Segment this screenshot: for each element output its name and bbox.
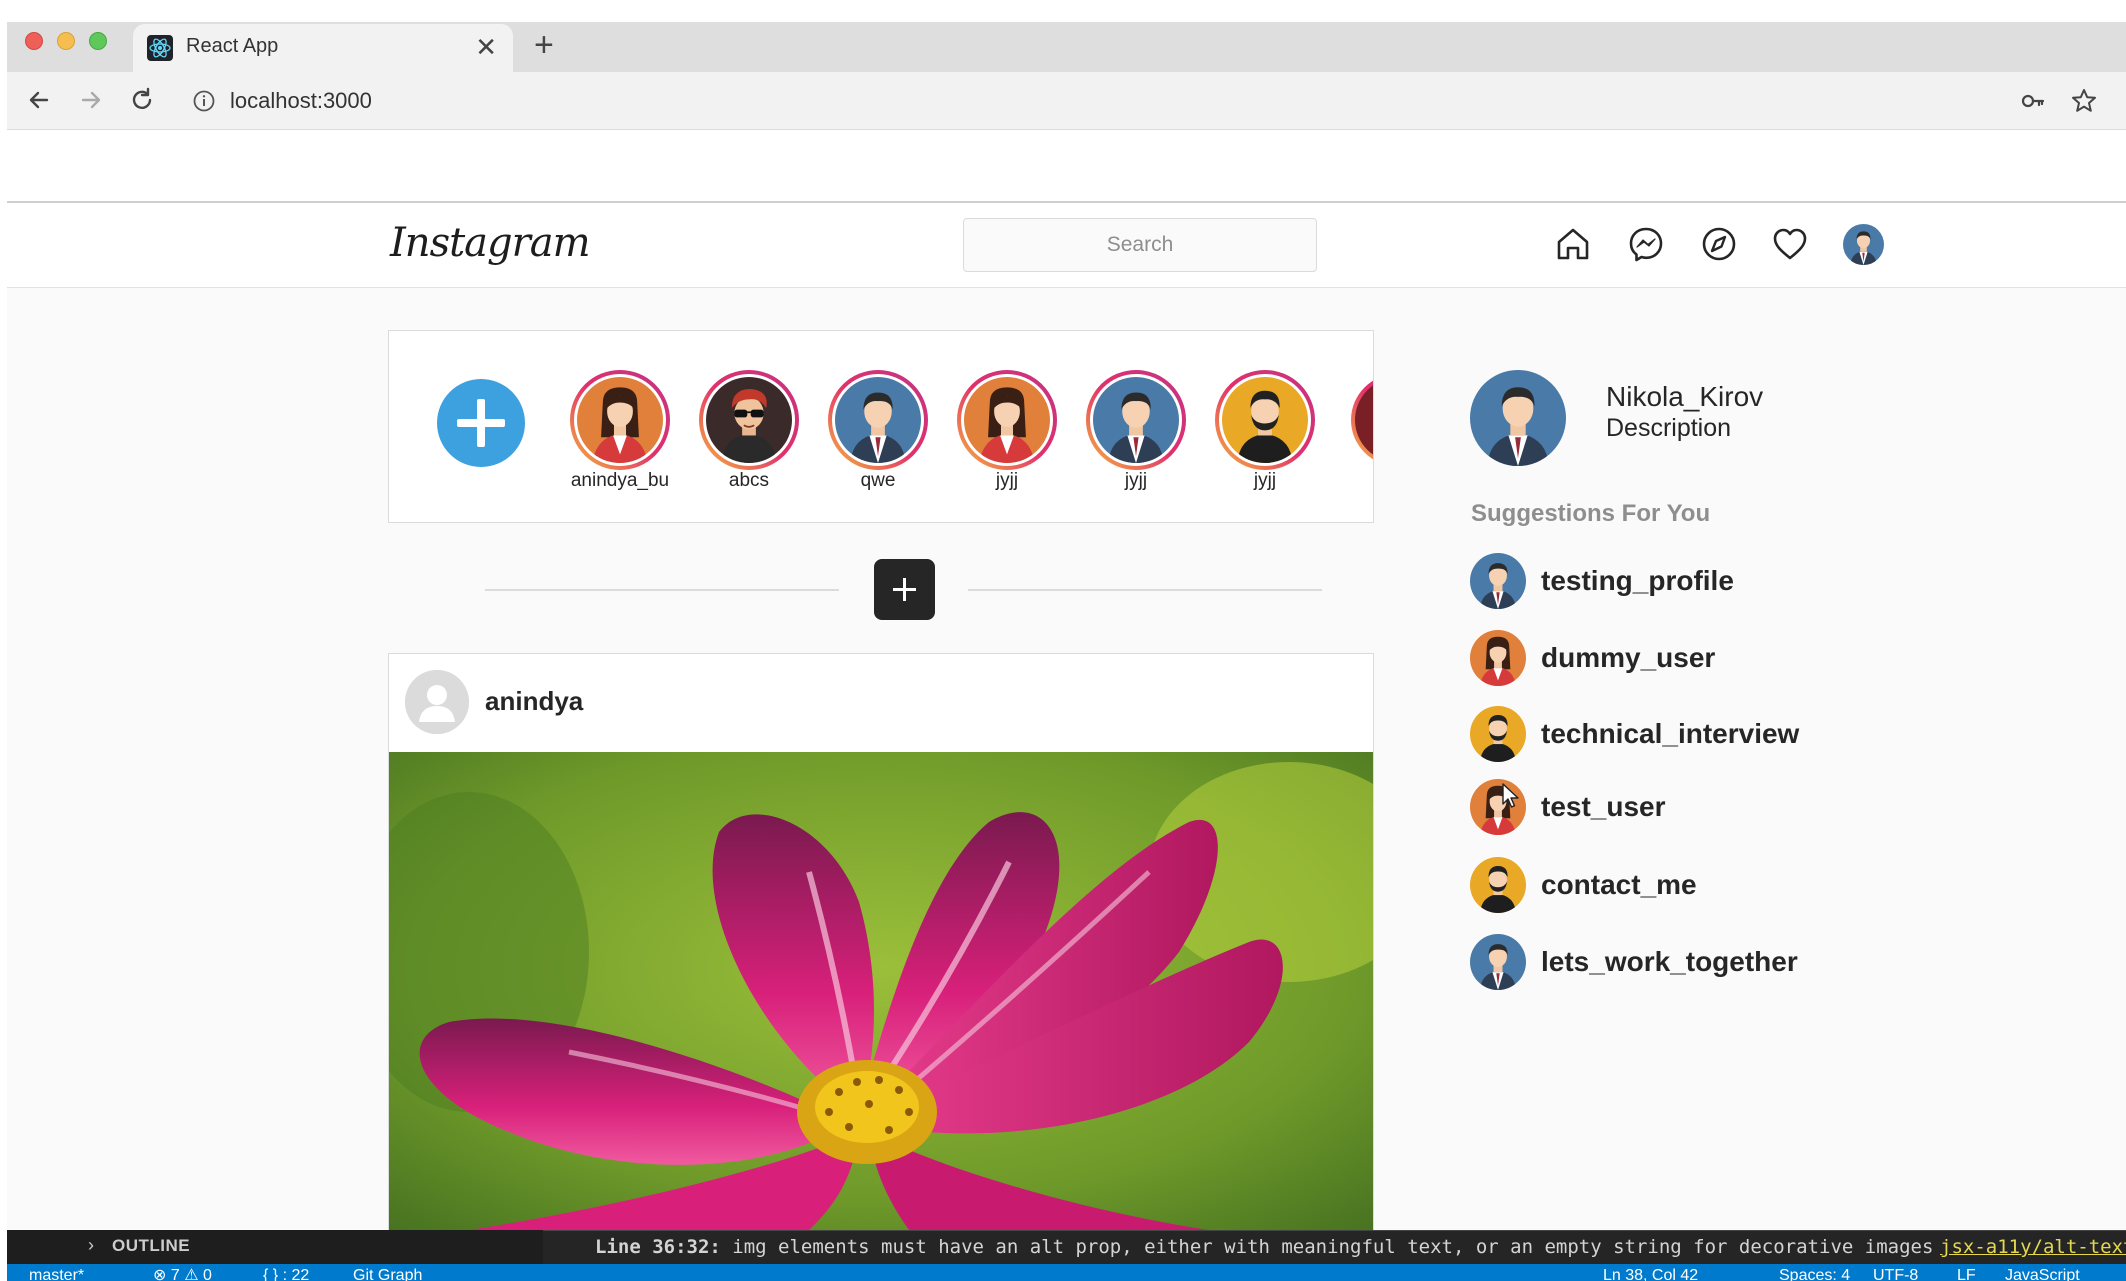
page-top-gap <box>7 131 2126 201</box>
story-avatar <box>577 377 663 463</box>
profile-avatar[interactable] <box>1470 370 1566 466</box>
problem-text: img elements must have an alt prop, eith… <box>732 1236 1934 1258</box>
tab-close-icon[interactable]: ✕ <box>475 32 497 62</box>
explore-compass-icon[interactable] <box>1699 224 1739 264</box>
suggestion-item[interactable]: technical_interview <box>1470 706 2070 766</box>
new-tab-icon[interactable]: + <box>534 26 554 64</box>
story-username: qwe <box>860 470 896 491</box>
suggestion-avatar[interactable] <box>1470 934 1526 990</box>
suggestion-username[interactable]: test_user <box>1541 791 1666 823</box>
story-username: jyjj <box>1253 470 1277 491</box>
problem-message: Line 36:32: img elements must have an al… <box>595 1236 1933 1258</box>
story-username: jyjj <box>995 470 1019 491</box>
status-branch[interactable]: master* <box>29 1264 84 1281</box>
address-bar[interactable] <box>177 80 2116 122</box>
story-ring <box>570 370 670 470</box>
browser-tab[interactable]: React App ✕ <box>133 24 513 72</box>
tab-title: React App <box>186 35 279 57</box>
status-language[interactable]: JavaScript <box>2005 1264 2080 1281</box>
story-username: anindya_bu <box>570 470 670 491</box>
suggestion-item[interactable]: testing_profile <box>1470 553 2070 613</box>
problem-rule-link[interactable]: jsx-a11y/alt-text <box>1940 1236 2126 1258</box>
suggestions-heading: Suggestions For You <box>1471 500 1711 527</box>
status-spaces[interactable]: Spaces: 4 <box>1779 1264 1850 1281</box>
story-item[interactable]: anindya_bu <box>570 370 670 491</box>
status-position[interactable]: Ln 38, Col 42 <box>1603 1264 1698 1281</box>
bookmark-star-icon[interactable] <box>2069 86 2099 116</box>
story-avatar <box>706 377 792 463</box>
screen: React App ✕ + localhost:3000 Instagram S… <box>0 0 2126 1281</box>
window-zoom-button[interactable] <box>89 32 107 50</box>
post-username[interactable]: anindya <box>485 686 583 717</box>
story-item[interactable]: abcs <box>699 370 799 491</box>
suggestion-item[interactable]: lets_work_together <box>1470 934 2070 994</box>
messenger-icon[interactable] <box>1626 224 1666 264</box>
story-avatar <box>1093 377 1179 463</box>
reload-icon[interactable] <box>128 86 156 114</box>
suggestion-username[interactable]: testing_profile <box>1541 565 1734 597</box>
story-overflow[interactable] <box>1351 374 1373 466</box>
chevron-right-icon[interactable]: › <box>88 1235 94 1256</box>
mouse-cursor-icon <box>1502 783 1519 808</box>
suggestion-avatar[interactable] <box>1470 857 1526 913</box>
add-post-button[interactable] <box>874 559 935 620</box>
nav-profile-avatar[interactable] <box>1843 224 1884 265</box>
story-ring <box>957 370 1057 470</box>
forward-arrow-icon[interactable] <box>77 86 105 114</box>
suggestion-avatar[interactable] <box>1470 553 1526 609</box>
flower-photo <box>389 752 1373 1230</box>
suggestion-username[interactable]: dummy_user <box>1541 642 1715 674</box>
story-ring <box>1086 370 1186 470</box>
divider-left <box>485 589 839 591</box>
key-icon[interactable] <box>2020 88 2046 114</box>
suggestion-username[interactable]: lets_work_together <box>1541 946 1798 978</box>
story-avatar <box>1222 377 1308 463</box>
heart-icon[interactable] <box>1770 224 1810 264</box>
react-icon <box>147 35 173 61</box>
suggestion-username[interactable]: contact_me <box>1541 869 1697 901</box>
suggestion-item[interactable]: dummy_user <box>1470 630 2070 690</box>
story-ring <box>828 370 928 470</box>
story-ring <box>699 370 799 470</box>
vscode-status-bar: master* ⊗ 7 ⚠ 0 { } : 22 Git Graph Ln 38… <box>7 1264 2126 1281</box>
window-close-button[interactable] <box>25 32 43 50</box>
window-minimize-button[interactable] <box>57 32 75 50</box>
story-avatar <box>964 377 1050 463</box>
plus-icon <box>457 399 505 447</box>
search-input[interactable]: Search <box>963 218 1317 272</box>
story-item[interactable]: qwe <box>828 370 928 491</box>
story-username: jyjj <box>1124 470 1148 491</box>
story-item[interactable]: jyjj <box>1086 370 1186 491</box>
suggestion-avatar[interactable] <box>1470 706 1526 762</box>
home-icon[interactable] <box>1553 224 1593 264</box>
suggestion-item[interactable]: contact_me <box>1470 857 2070 917</box>
suggestion-avatar[interactable] <box>1470 630 1526 686</box>
suggestion-username[interactable]: technical_interview <box>1541 718 1799 750</box>
story-item[interactable]: jyjj <box>957 370 1057 491</box>
suggestion-item[interactable]: test_user <box>1470 779 2070 839</box>
instagram-logo[interactable]: Instagram <box>390 220 591 266</box>
story-item[interactable]: jyjj <box>1215 370 1315 491</box>
story-avatar <box>835 377 921 463</box>
profile-username[interactable]: Nikola_Kirov <box>1606 381 1763 413</box>
back-arrow-icon[interactable] <box>25 86 53 114</box>
profile-description: Description <box>1606 414 1732 442</box>
plus-icon <box>893 578 916 601</box>
story-ring <box>1215 370 1315 470</box>
problem-location: Line 36:32: <box>595 1236 721 1258</box>
story-username: abcs <box>728 470 770 491</box>
status-git-graph[interactable]: Git Graph <box>353 1264 422 1281</box>
status-eol[interactable]: LF <box>1957 1264 1976 1281</box>
site-info-icon[interactable] <box>192 89 216 113</box>
outline-section-label[interactable]: OUTLINE <box>112 1236 190 1256</box>
post-avatar[interactable] <box>405 670 469 734</box>
status-encoding[interactable]: UTF-8 <box>1873 1264 1918 1281</box>
divider-right <box>968 589 1322 591</box>
status-braces[interactable]: { } : 22 <box>263 1264 309 1281</box>
add-story-button[interactable] <box>437 379 525 467</box>
url-text[interactable]: localhost:3000 <box>230 88 372 114</box>
default-user-icon <box>405 670 469 734</box>
post-image[interactable] <box>389 752 1373 1230</box>
status-problems[interactable]: ⊗ 7 ⚠ 0 <box>153 1264 212 1281</box>
